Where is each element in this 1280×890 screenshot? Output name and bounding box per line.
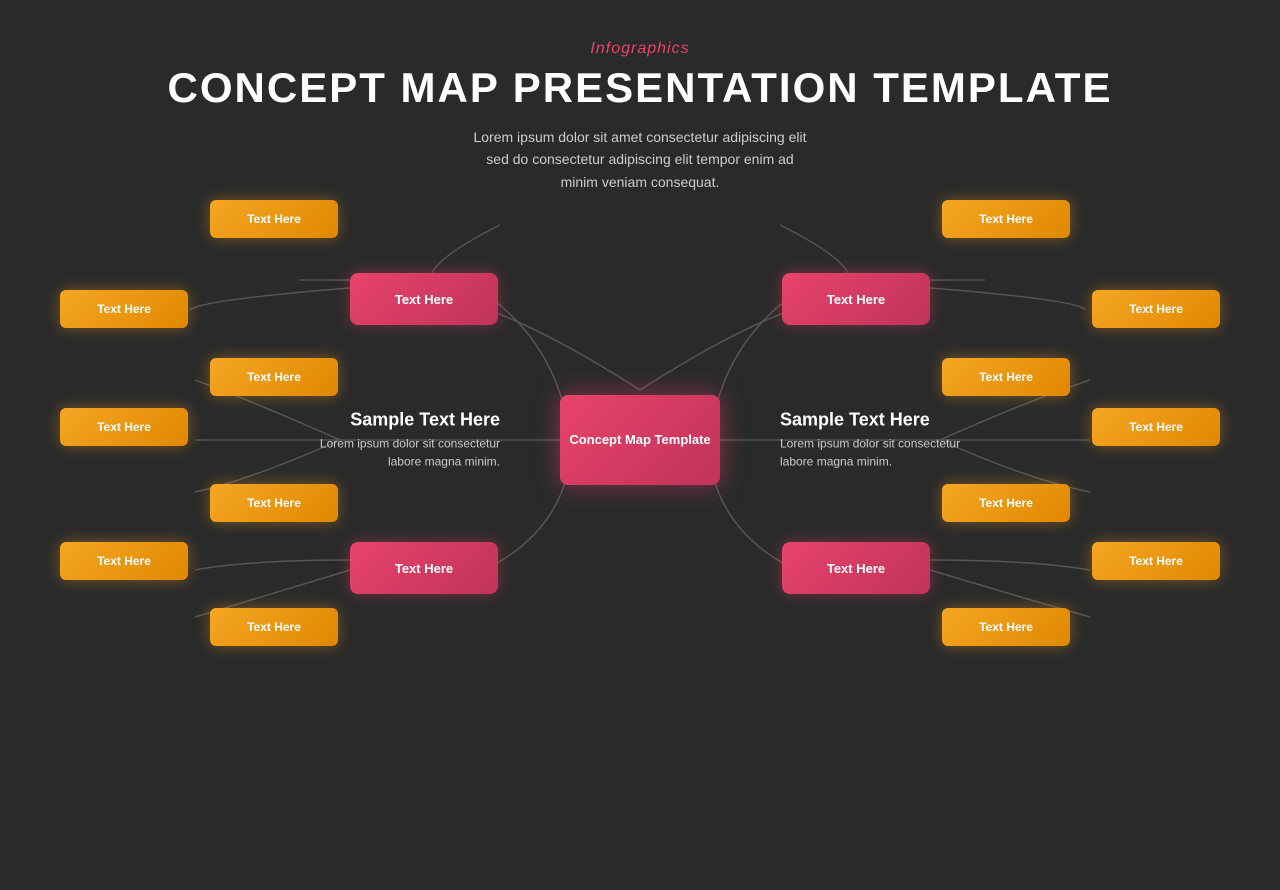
node-top-left-4[interactable]: Text Here [210,358,338,396]
right-panel-body: Lorem ipsum dolor sit consecteturlabore … [780,435,990,471]
node-top-left-3[interactable]: Text Here [350,273,498,325]
left-panel-body: Lorem ipsum dolor sit consecteturlabore … [290,435,500,471]
node-bot-left-1[interactable]: Text Here [60,542,188,580]
node-top-right-3[interactable]: Text Here [782,273,930,325]
node-top-left-5[interactable]: Text Here [60,408,188,446]
concept-area: .conn { stroke: #555555; stroke-width: 1… [0,170,1280,710]
node-top-left-6[interactable]: Text Here [210,484,338,522]
left-panel-title: Sample Text Here [290,410,500,431]
node-bot-right-2[interactable]: Text Here [782,542,930,594]
node-top-right-6[interactable]: Text Here [942,484,1070,522]
node-top-right-5[interactable]: Text Here [1092,408,1220,446]
node-bot-left-2[interactable]: Text Here [350,542,498,594]
center-node: Concept Map Template [560,395,720,485]
slide: Infographics CONCEPT MAP PRESENTATION TE… [0,0,1280,720]
node-top-left-1[interactable]: Text Here [210,200,338,238]
left-panel: Sample Text Here Lorem ipsum dolor sit c… [290,410,500,471]
connector-svg: .conn { stroke: #555555; stroke-width: 1… [0,170,1280,890]
node-bot-right-3[interactable]: Text Here [942,608,1070,646]
node-top-right-2[interactable]: Text Here [1092,290,1220,328]
main-title: CONCEPT MAP PRESENTATION TEMPLATE [0,64,1280,112]
node-top-right-4[interactable]: Text Here [942,358,1070,396]
node-bot-left-3[interactable]: Text Here [210,608,338,646]
infographics-label: Infographics [0,40,1280,58]
right-panel: Sample Text Here Lorem ipsum dolor sit c… [780,410,990,471]
node-top-right-1[interactable]: Text Here [942,200,1070,238]
header: Infographics CONCEPT MAP PRESENTATION TE… [0,0,1280,193]
node-top-left-2[interactable]: Text Here [60,290,188,328]
node-bot-right-1[interactable]: Text Here [1092,542,1220,580]
right-panel-title: Sample Text Here [780,410,990,431]
